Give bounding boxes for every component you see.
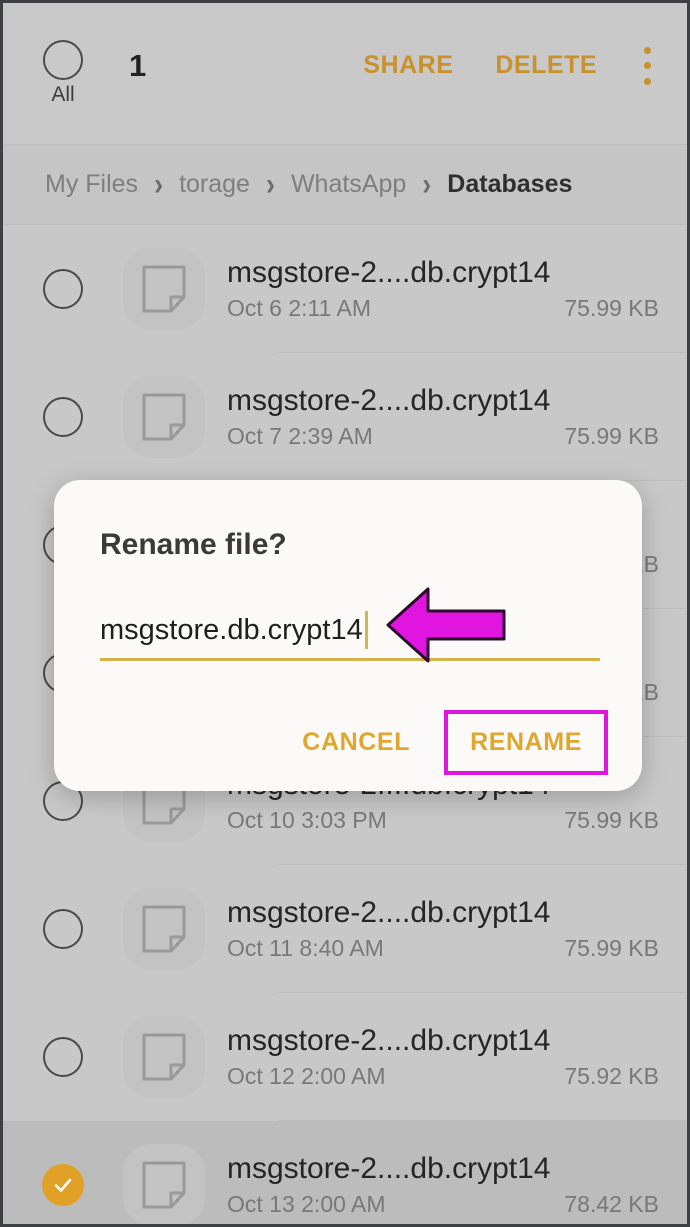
dialog-actions: CANCEL RENAME [278, 710, 626, 775]
file-date: Oct 7 2:39 AM [227, 422, 373, 449]
circle-checked-icon[interactable] [42, 1164, 84, 1206]
circle-unchecked-icon[interactable] [43, 1037, 83, 1077]
breadcrumb-item-my-files[interactable]: My Files [45, 170, 138, 199]
file-row-checkbox[interactable] [3, 1037, 123, 1077]
document-file-icon [123, 1144, 205, 1224]
input-underline [100, 658, 600, 661]
file-info: msgstore-2....db.crypt14 Oct 11 8:40 AM 75… [227, 896, 687, 962]
file-row[interactable]: msgstore-2....db.crypt14 Oct 12 2:00 AM 75… [3, 993, 687, 1121]
file-row-checkbox[interactable] [3, 909, 123, 949]
document-file-icon [123, 1016, 205, 1098]
file-row-checkbox[interactable] [3, 269, 123, 309]
file-meta: Oct 7 2:39 AM 75.99 KB [227, 423, 659, 450]
kebab-dot [643, 46, 651, 54]
breadcrumb-item-whatsapp[interactable]: WhatsApp [291, 170, 406, 199]
kebab-dot [643, 77, 651, 85]
circle-unchecked-icon[interactable] [43, 909, 83, 949]
file-info: msgstore-2....db.crypt14 Oct 13 2:00 AM 78… [227, 1152, 687, 1218]
file-meta: Oct 10 3:03 PM 75.99 KB [227, 807, 659, 834]
file-date: Oct 6 2:11 AM [227, 294, 372, 321]
file-manager-screen: All 1 SHARE DELETE My Files › torage › Whats… [0, 0, 690, 1227]
file-info: msgstore-2....db.crypt14 Oct 7 2:39 AM 75.… [227, 384, 687, 450]
file-date: Oct 10 3:03 PM [227, 806, 387, 833]
file-row-checkbox[interactable] [3, 397, 123, 437]
document-file-icon [123, 888, 205, 970]
file-info: msgstore-2....db.crypt14 Oct 6 2:11 AM 75.… [227, 256, 687, 322]
cancel-button[interactable]: CANCEL [278, 712, 434, 773]
breadcrumb-item-databases[interactable]: Databases [447, 170, 572, 199]
file-name: msgstore-2....db.crypt14 [227, 1152, 551, 1186]
file-name: msgstore-2....db.crypt14 [227, 896, 551, 930]
file-size: 75.99 KB [564, 934, 659, 961]
kebab-dot [643, 62, 651, 69]
breadcrumb-separator-icon: › [154, 166, 164, 202]
file-meta: Oct 6 2:11 AM 75.99 KB [227, 295, 659, 322]
file-name: msgstore-2....db.crypt14 [227, 384, 551, 418]
breadcrumb-separator-icon: › [422, 166, 432, 202]
file-info: msgstore-2....db.crypt14 Oct 12 2:00 AM 75… [227, 1024, 687, 1090]
kebab-menu-icon[interactable] [629, 44, 665, 88]
selection-action-bar: All 1 SHARE DELETE [3, 3, 687, 145]
text-caret [364, 611, 368, 649]
file-name: msgstore-2....db.crypt14 [227, 1024, 551, 1058]
dialog-title: Rename file? [100, 528, 287, 561]
file-row[interactable]: msgstore-2....db.crypt14 Oct 6 2:11 AM 75.… [3, 225, 687, 353]
file-row[interactable]: msgstore-2....db.crypt14 Oct 7 2:39 AM 75.… [3, 353, 687, 481]
file-row[interactable]: msgstore-2....db.crypt14 Oct 11 8:40 AM 75… [3, 865, 687, 993]
share-button[interactable]: SHARE [357, 47, 459, 84]
file-row-checkbox[interactable] [3, 1164, 123, 1206]
breadcrumb-separator-icon: › [265, 166, 275, 202]
file-row[interactable]: msgstore-2....db.crypt14 Oct 13 2:00 AM 78… [3, 1121, 687, 1224]
filename-input-wrapper[interactable]: msgstore.db.crypt14 [100, 602, 600, 661]
filename-input-value[interactable]: msgstore.db.crypt14 [100, 614, 363, 647]
select-all-control[interactable]: All [3, 40, 123, 105]
delete-button[interactable]: DELETE [489, 47, 603, 84]
circle-unchecked-icon[interactable] [43, 269, 83, 309]
circle-unchecked-icon[interactable] [43, 397, 83, 437]
file-date: Oct 13 2:00 AM [227, 1190, 386, 1217]
rename-file-dialog: Rename file? msgstore.db.crypt14 CANCEL … [54, 480, 642, 791]
selected-count: 1 [129, 47, 147, 83]
file-date: Oct 11 8:40 AM [227, 934, 384, 961]
file-name: msgstore-2....db.crypt14 [227, 256, 551, 290]
circle-unchecked-icon[interactable] [43, 40, 83, 80]
rename-button[interactable]: RENAME [444, 710, 608, 775]
file-size: 75.99 KB [564, 422, 659, 449]
file-meta: Oct 11 8:40 AM 75.99 KB [227, 935, 659, 962]
document-file-icon [123, 376, 205, 458]
file-size: 75.99 KB [564, 294, 659, 321]
file-meta: Oct 13 2:00 AM 78.42 KB [227, 1191, 659, 1218]
breadcrumb-item-torage[interactable]: torage [179, 170, 250, 199]
select-all-label: All [51, 83, 75, 106]
file-date: Oct 12 2:00 AM [227, 1062, 386, 1089]
file-size: 75.92 KB [564, 1062, 659, 1089]
file-meta: Oct 12 2:00 AM 75.92 KB [227, 1063, 659, 1090]
breadcrumb: My Files › torage › WhatsApp › Databases [3, 145, 687, 225]
file-size: 75.99 KB [564, 806, 659, 833]
file-size: 78.42 KB [564, 1190, 659, 1217]
document-file-icon [123, 248, 205, 330]
filename-input-line[interactable]: msgstore.db.crypt14 [100, 602, 600, 658]
